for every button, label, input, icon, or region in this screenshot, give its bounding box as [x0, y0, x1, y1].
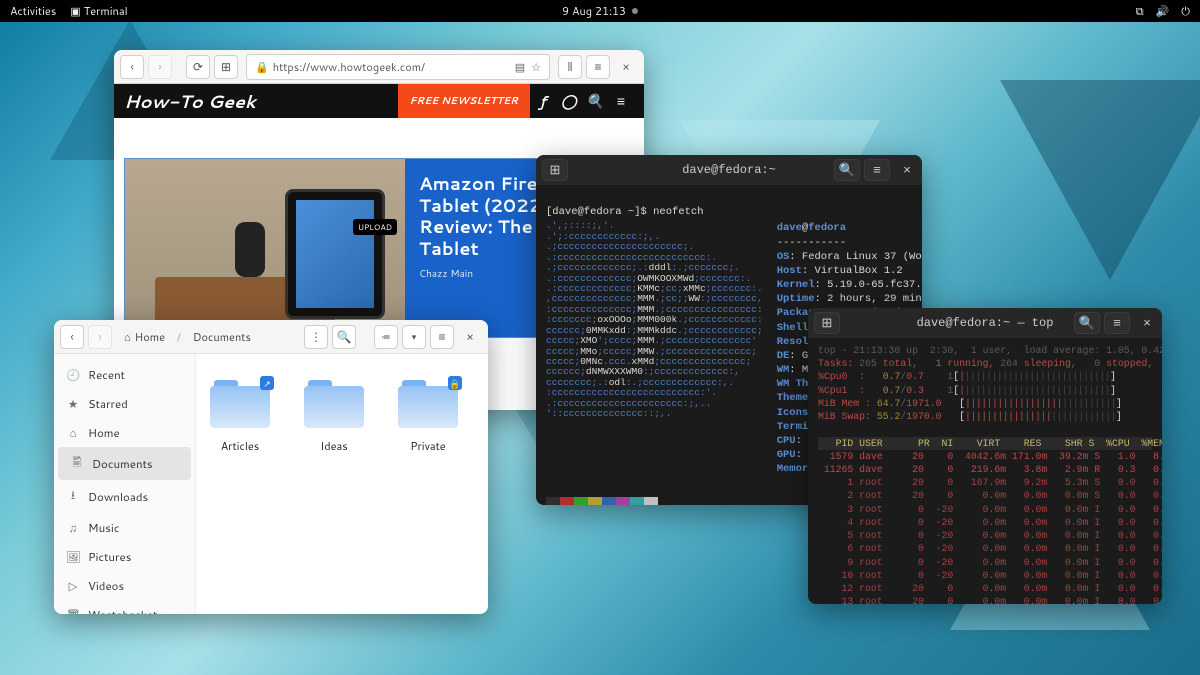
- clock[interactable]: 9 Aug 21:13: [562, 3, 638, 19]
- files-search-button[interactable]: 🔍: [332, 325, 356, 349]
- files-menu-button[interactable]: ≡: [430, 325, 454, 349]
- files-kebab-button[interactable]: ⋮: [304, 325, 328, 349]
- volume-icon[interactable]: 🔊: [1156, 3, 1170, 19]
- videos-icon: ▷: [66, 577, 80, 594]
- site-brand[interactable]: How-To Geek: [124, 88, 256, 114]
- folder-articles[interactable]: ↗ Articles: [210, 380, 270, 454]
- search-icon[interactable]: 🔍: [582, 91, 608, 111]
- view-list-button[interactable]: ≔: [374, 325, 398, 349]
- clock-icon: 🕘: [66, 366, 80, 383]
- twitter-icon[interactable]: ◯: [556, 91, 582, 111]
- bookmark-icon[interactable]: ☆: [531, 59, 541, 75]
- terminal-menu-button[interactable]: ≡: [1104, 312, 1130, 334]
- view-dropdown-button[interactable]: ▾: [402, 325, 426, 349]
- folder-ideas[interactable]: Ideas: [304, 380, 364, 454]
- new-tab-button[interactable]: ⊞: [814, 312, 840, 334]
- new-tab-button[interactable]: ⊞: [214, 55, 238, 79]
- url-bar[interactable]: 🔒 https://www.howtogeek.com/ ▤ ☆: [246, 54, 550, 80]
- downloads-icon: ⭳: [66, 486, 80, 507]
- trash-icon: 🗑: [66, 606, 80, 614]
- files-sidebar: 🕘Recent ★Starred ⌂Home 🖺Documents ⭳Downl…: [54, 354, 196, 614]
- new-tab-button[interactable]: ⊞: [542, 159, 568, 181]
- sidebar-item-downloads[interactable]: ⭳Downloads: [54, 480, 195, 513]
- upload-tag: UPLOAD: [353, 219, 397, 235]
- files-forward-button[interactable]: ›: [88, 325, 112, 349]
- power-icon[interactable]: ⏻: [1181, 3, 1190, 19]
- terminal-close-button[interactable]: ×: [894, 159, 920, 181]
- sidebar-item-videos[interactable]: ▷Videos: [54, 571, 195, 600]
- sidebar-item-starred[interactable]: ★Starred: [54, 389, 195, 418]
- lock-icon: 🔒: [255, 59, 269, 75]
- star-icon: ★: [66, 395, 80, 412]
- hero-image: UPLOAD: [125, 159, 405, 337]
- files-back-button[interactable]: ‹: [60, 325, 84, 349]
- crumb-home[interactable]: ⌂ Home: [116, 325, 173, 349]
- sidebar-item-recent[interactable]: 🕘Recent: [54, 360, 195, 389]
- back-button[interactable]: ‹: [120, 55, 144, 79]
- terminal-search-button[interactable]: 🔍: [1074, 312, 1100, 334]
- reload-button[interactable]: ⟳: [186, 55, 210, 79]
- music-icon: ♫: [66, 519, 80, 536]
- sidebar-item-home[interactable]: ⌂Home: [54, 418, 195, 447]
- network-icon[interactable]: ⧉: [1136, 3, 1144, 19]
- menu-button[interactable]: ≡: [586, 55, 610, 79]
- forward-button[interactable]: ›: [148, 55, 172, 79]
- files-close-button[interactable]: ×: [458, 325, 482, 349]
- terminal-menu-button[interactable]: ≡: [864, 159, 890, 181]
- sidebar-item-pictures[interactable]: 🖼Pictures: [54, 542, 195, 571]
- reader-icon[interactable]: ▤: [515, 59, 525, 75]
- site-menu-icon[interactable]: ≡: [608, 91, 634, 111]
- newsletter-button[interactable]: FREE NEWSLETTER: [398, 84, 530, 118]
- lock-badge-icon: 🔒: [448, 376, 462, 390]
- terminal-app-indicator[interactable]: ▣ Terminal: [70, 3, 127, 19]
- terminal-search-button[interactable]: 🔍: [834, 159, 860, 181]
- terminal-close-button[interactable]: ×: [1134, 312, 1160, 334]
- sidebar-item-trash[interactable]: 🗑Wastebasket: [54, 600, 195, 614]
- library-button[interactable]: ⫼: [558, 55, 582, 79]
- crumb-documents[interactable]: Documents: [185, 325, 259, 349]
- activities-button[interactable]: Activities: [10, 3, 56, 19]
- terminal-top: ⊞ dave@fedora:~ — top 🔍 ≡ × top - 21:13:…: [808, 308, 1162, 604]
- documents-icon: 🖺: [70, 453, 84, 474]
- sidebar-item-music[interactable]: ♫Music: [54, 513, 195, 542]
- terminal-output[interactable]: top - 21:13:30 up 2:30, 1 user, load ave…: [808, 338, 1162, 604]
- close-window-button[interactable]: ×: [614, 55, 638, 79]
- folder-private[interactable]: 🔒 Private: [398, 380, 458, 454]
- neofetch-logo: .',;::::;,'. .';:cccccccccccc:;,. .;cccc…: [546, 221, 763, 476]
- link-badge-icon: ↗: [260, 376, 274, 390]
- home-icon: ⌂: [66, 424, 80, 441]
- files-window: ‹ › ⌂ Home / Documents ⋮ 🔍 ≔ ▾ ≡ × 🕘Rece…: [54, 320, 488, 614]
- facebook-icon[interactable]: f: [530, 91, 556, 111]
- sidebar-item-documents[interactable]: 🖺Documents: [58, 447, 191, 480]
- pictures-icon: 🖼: [66, 548, 80, 565]
- gnome-topbar: Activities ▣ Terminal 9 Aug 21:13 ⧉ 🔊 ⏻: [0, 0, 1200, 22]
